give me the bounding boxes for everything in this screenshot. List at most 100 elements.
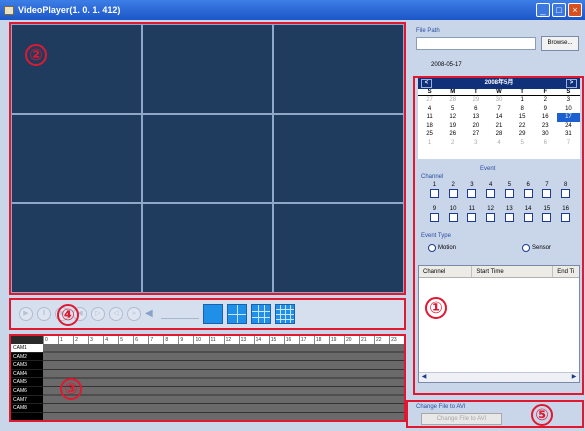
- channel-checkbox[interactable]: 9: [425, 206, 444, 222]
- camera-item[interactable]: CAM7: [11, 396, 43, 405]
- channel-checkbox[interactable]: 3: [463, 182, 482, 198]
- calendar-day[interactable]: 1: [511, 96, 534, 105]
- calendar-day[interactable]: 6: [534, 139, 557, 148]
- checkbox-icon[interactable]: [523, 213, 533, 222]
- channel-checkbox[interactable]: 14: [519, 206, 538, 222]
- column-end-time[interactable]: End Ti: [553, 266, 579, 277]
- checkbox-icon[interactable]: [542, 189, 552, 198]
- checkbox-icon[interactable]: [504, 213, 514, 222]
- calendar-day[interactable]: 21: [487, 122, 510, 131]
- horizontal-scrollbar[interactable]: ◀ ▶: [419, 372, 579, 382]
- checkbox-icon[interactable]: [486, 189, 496, 198]
- channel-checkbox[interactable]: 10: [444, 206, 463, 222]
- camera-item[interactable]: CAM3: [11, 361, 43, 370]
- channel-checkbox[interactable]: 13: [500, 206, 519, 222]
- calendar-day[interactable]: 5: [511, 139, 534, 148]
- video-cell[interactable]: [273, 203, 404, 293]
- speaker-icon[interactable]: ◀: [145, 308, 157, 320]
- change-to-avi-button[interactable]: Change File to AVI: [421, 413, 502, 425]
- calendar-day[interactable]: 23: [534, 122, 557, 131]
- camera-item[interactable]: CAM1: [11, 344, 43, 353]
- camera-item[interactable]: CAM8: [11, 404, 43, 413]
- calendar-day[interactable]: 30: [487, 96, 510, 105]
- channel-checkbox[interactable]: 11: [463, 206, 482, 222]
- slow-icon[interactable]: ◁: [109, 307, 123, 321]
- calendar-day[interactable]: 19: [441, 122, 464, 131]
- video-cell[interactable]: [142, 24, 273, 114]
- fast-forward-icon[interactable]: »: [127, 307, 141, 321]
- pause-icon[interactable]: ‖: [37, 307, 51, 321]
- checkbox-icon[interactable]: [561, 213, 571, 222]
- calendar-day[interactable]: 27: [464, 130, 487, 139]
- calendar-day[interactable]: 1: [418, 139, 441, 148]
- calendar-day[interactable]: 20: [464, 122, 487, 131]
- video-cell[interactable]: [273, 24, 404, 114]
- calendar-day[interactable]: 7: [557, 139, 580, 148]
- calendar-day[interactable]: 28: [441, 96, 464, 105]
- channel-checkbox[interactable]: 4: [481, 182, 500, 198]
- checkbox-icon[interactable]: [523, 189, 533, 198]
- play-icon[interactable]: ▶: [19, 307, 33, 321]
- video-cell[interactable]: [142, 113, 273, 204]
- channel-checkbox[interactable]: 2: [444, 182, 463, 198]
- calendar-day[interactable]: 5: [441, 105, 464, 114]
- checkbox-icon[interactable]: [448, 213, 458, 222]
- video-cell[interactable]: [11, 203, 142, 293]
- video-cell[interactable]: [11, 113, 142, 204]
- camera-item[interactable]: CAM2: [11, 353, 43, 362]
- calendar-day[interactable]: 3: [557, 96, 580, 105]
- volume-slider[interactable]: [161, 309, 199, 319]
- calendar-day[interactable]: 31: [557, 130, 580, 139]
- calendar-day[interactable]: 2: [441, 139, 464, 148]
- maximize-button[interactable]: □: [552, 3, 566, 17]
- calendar-day[interactable]: 2: [534, 96, 557, 105]
- calendar-day[interactable]: 17: [556, 113, 580, 122]
- column-channel[interactable]: Channel: [419, 266, 473, 277]
- checkbox-icon[interactable]: [486, 213, 496, 222]
- motion-radio[interactable]: Motion: [428, 244, 456, 252]
- calendar-day[interactable]: 8: [511, 105, 534, 114]
- video-cell[interactable]: [142, 203, 273, 293]
- scroll-right-icon[interactable]: ▶: [569, 373, 579, 382]
- calendar-day[interactable]: 29: [464, 96, 487, 105]
- checkbox-icon[interactable]: [448, 189, 458, 198]
- calendar-day[interactable]: 26: [441, 130, 464, 139]
- calendar-day[interactable]: 6: [464, 105, 487, 114]
- calendar-day[interactable]: 27: [418, 96, 441, 105]
- calendar-day[interactable]: 9: [534, 105, 557, 114]
- calendar-day[interactable]: 4: [487, 139, 510, 148]
- browse-button[interactable]: Browse...: [541, 36, 579, 51]
- layout-9-icon[interactable]: [251, 304, 271, 324]
- calendar-day[interactable]: 4: [418, 105, 441, 114]
- camera-item[interactable]: CAM5: [11, 378, 43, 387]
- checkbox-icon[interactable]: [429, 213, 439, 222]
- channel-checkbox[interactable]: 8: [556, 182, 575, 198]
- calendar-day[interactable]: 15: [511, 113, 534, 122]
- calendar-day[interactable]: 11: [418, 113, 441, 122]
- calendar[interactable]: < 2008年5月 > S M T W T F S 27 28 29 30 1 2 3 4 5 6 7 8 9 10 11…: [418, 78, 580, 159]
- layout-1-icon[interactable]: [203, 304, 223, 324]
- calendar-day[interactable]: 14: [487, 113, 510, 122]
- checkbox-icon[interactable]: [467, 189, 477, 198]
- calendar-day[interactable]: 7: [487, 105, 510, 114]
- minimize-button[interactable]: _: [536, 3, 550, 17]
- next-month-button[interactable]: >: [566, 79, 577, 88]
- calendar-day[interactable]: 29: [511, 130, 534, 139]
- calendar-day[interactable]: 30: [534, 130, 557, 139]
- video-display-area[interactable]: [9, 22, 406, 295]
- channel-checkbox[interactable]: 1: [425, 182, 444, 198]
- video-cell[interactable]: [273, 113, 404, 204]
- checkbox-icon[interactable]: [467, 213, 477, 222]
- channel-checkbox[interactable]: 5: [500, 182, 519, 198]
- checkbox-icon[interactable]: [561, 189, 571, 198]
- layout-4-icon[interactable]: [227, 304, 247, 324]
- prev-month-button[interactable]: <: [421, 79, 432, 88]
- column-start-time[interactable]: Start Time: [472, 266, 554, 277]
- calendar-day[interactable]: 18: [418, 122, 441, 131]
- calendar-day[interactable]: 13: [464, 113, 487, 122]
- channel-checkbox[interactable]: 12: [481, 206, 500, 222]
- sensor-radio[interactable]: Sensor: [522, 244, 551, 252]
- checkbox-icon[interactable]: [429, 189, 439, 198]
- calendar-day[interactable]: 3: [464, 139, 487, 148]
- checkbox-icon[interactable]: [542, 213, 552, 222]
